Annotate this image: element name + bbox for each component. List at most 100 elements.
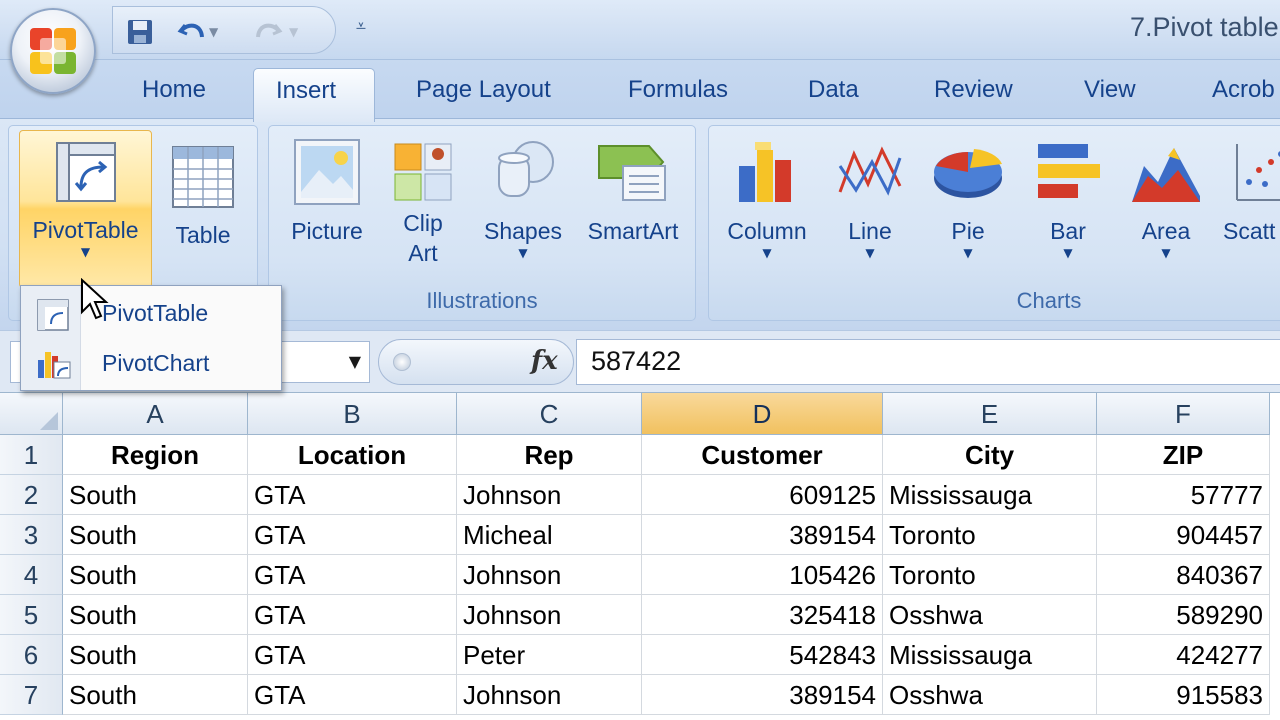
tab-home[interactable]: Home <box>142 76 206 104</box>
column-chart-button[interactable]: Column ▼ <box>719 130 815 260</box>
header-cell[interactable]: ZIP <box>1097 435 1270 475</box>
shapes-label: Shapes <box>483 218 562 244</box>
column-header-f[interactable]: F <box>1097 393 1270 435</box>
table-cell[interactable]: South <box>63 515 248 555</box>
table-cell[interactable]: Johnson <box>457 595 642 635</box>
table-cell[interactable]: Toronto <box>883 555 1097 595</box>
tab-insert[interactable]: Insert <box>253 68 375 122</box>
select-all-button[interactable] <box>0 393 63 435</box>
table-cell[interactable]: South <box>63 475 248 515</box>
row-header[interactable]: 6 <box>0 635 63 675</box>
illustrations-group-label: Illustrations <box>426 288 538 313</box>
bar-chart-button[interactable]: Bar ▼ <box>1023 130 1113 260</box>
column-header-e[interactable]: E <box>883 393 1097 435</box>
table-cell[interactable]: GTA <box>248 635 457 675</box>
table-cell[interactable]: 424277 <box>1097 635 1270 675</box>
shapes-button[interactable]: Shapes ▼ <box>475 130 571 260</box>
scatter-label: Scatt <box>1223 218 1276 244</box>
row-header[interactable]: 1 <box>0 435 63 475</box>
office-button[interactable] <box>10 8 96 94</box>
tab-acrobat[interactable]: Acrob <box>1212 76 1275 104</box>
table-cell[interactable]: Johnson <box>457 475 642 515</box>
table-cell[interactable]: South <box>63 635 248 675</box>
table-cell[interactable]: Peter <box>457 635 642 675</box>
formula-input[interactable]: 587422 <box>576 339 1280 385</box>
table-cell[interactable]: 915583 <box>1097 675 1270 715</box>
row-header[interactable]: 4 <box>0 555 63 595</box>
column-header-c[interactable]: C <box>457 393 642 435</box>
table-cell[interactable]: 105426 <box>642 555 883 595</box>
table-cell[interactable]: Mississauga <box>883 475 1097 515</box>
redo-dropdown-icon[interactable]: ▼ <box>289 17 307 47</box>
table-cell[interactable]: GTA <box>248 515 457 555</box>
header-cell[interactable]: Rep <box>457 435 642 475</box>
table-cell[interactable]: Osshwa <box>883 595 1097 635</box>
name-box-dropdown-icon[interactable]: ▼ <box>349 352 361 371</box>
table-cell[interactable]: GTA <box>248 555 457 595</box>
customize-qat-icon[interactable]: ⩡ <box>348 14 374 40</box>
table-label: Table <box>175 222 231 248</box>
row-header[interactable]: 5 <box>0 595 63 635</box>
redo-icon[interactable] <box>253 17 283 47</box>
table-cell[interactable]: Micheal <box>457 515 642 555</box>
table-cell[interactable]: GTA <box>248 675 457 715</box>
pivottable-small-icon <box>37 299 69 331</box>
tab-formulas[interactable]: Formulas <box>628 76 728 104</box>
undo-icon[interactable] <box>177 17 207 47</box>
table-cell[interactable]: GTA <box>248 595 457 635</box>
table-cell[interactable]: 589290 <box>1097 595 1270 635</box>
row-header[interactable]: 2 <box>0 475 63 515</box>
tab-view[interactable]: View <box>1084 76 1136 104</box>
clip-art-button[interactable]: Clip Art <box>383 130 463 268</box>
menu-item-pivotchart[interactable]: PivotChart <box>22 340 280 388</box>
column-header-a[interactable]: A <box>63 393 248 435</box>
header-cell[interactable]: Location <box>248 435 457 475</box>
picture-button[interactable]: Picture <box>279 130 375 246</box>
tab-review[interactable]: Review <box>934 76 1013 104</box>
office-logo-icon <box>30 28 76 74</box>
shapes-icon <box>498 141 554 197</box>
tab-data[interactable]: Data <box>808 76 859 104</box>
table-cell[interactable]: Toronto <box>883 515 1097 555</box>
row-header[interactable]: 7 <box>0 675 63 715</box>
column-header-d[interactable]: D <box>642 393 883 435</box>
save-icon[interactable] <box>125 17 155 47</box>
illustrations-group: Picture Clip Art Shapes ▼ SmartArt Illus… <box>268 125 696 321</box>
table-cell[interactable]: 389154 <box>642 675 883 715</box>
area-chart-button[interactable]: Area ▼ <box>1121 130 1211 260</box>
menu-item-pivottable[interactable]: PivotTable <box>22 290 280 338</box>
insert-function-button[interactable]: fx <box>531 346 558 376</box>
clip-art-icon <box>394 143 452 201</box>
table-cell[interactable]: Johnson <box>457 555 642 595</box>
header-cell[interactable]: Customer <box>642 435 883 475</box>
table-cell[interactable]: Johnson <box>457 675 642 715</box>
table-cell[interactable]: 325418 <box>642 595 883 635</box>
tab-page-layout[interactable]: Page Layout <box>416 76 551 104</box>
table-cell[interactable]: South <box>63 675 248 715</box>
scatter-chart-button[interactable]: Scatt <box>1215 130 1280 246</box>
pivottable-button[interactable]: PivotTable ▼ <box>19 130 152 288</box>
table-button[interactable]: Table <box>161 136 245 250</box>
table-cell[interactable]: Mississauga <box>883 635 1097 675</box>
column-label: Column <box>727 218 807 244</box>
table-cell[interactable]: 840367 <box>1097 555 1270 595</box>
table-cell[interactable]: 542843 <box>642 635 883 675</box>
pie-chart-button[interactable]: Pie ▼ <box>923 130 1013 260</box>
table-cell[interactable]: 57777 <box>1097 475 1270 515</box>
column-dropdown-icon: ▼ <box>762 246 772 260</box>
table-cell[interactable]: GTA <box>248 475 457 515</box>
table-cell[interactable]: Osshwa <box>883 675 1097 715</box>
undo-dropdown-icon[interactable]: ▼ <box>209 17 227 47</box>
header-cell[interactable]: City <box>883 435 1097 475</box>
header-cell[interactable]: Region <box>63 435 248 475</box>
column-header-b[interactable]: B <box>248 393 457 435</box>
table-cell[interactable]: 389154 <box>642 515 883 555</box>
column-chart-icon <box>739 142 791 202</box>
smartart-button[interactable]: SmartArt <box>575 130 691 246</box>
table-cell[interactable]: South <box>63 595 248 635</box>
line-chart-button[interactable]: Line ▼ <box>825 130 915 260</box>
table-cell[interactable]: South <box>63 555 248 595</box>
table-cell[interactable]: 904457 <box>1097 515 1270 555</box>
row-header[interactable]: 3 <box>0 515 63 555</box>
table-cell[interactable]: 609125 <box>642 475 883 515</box>
